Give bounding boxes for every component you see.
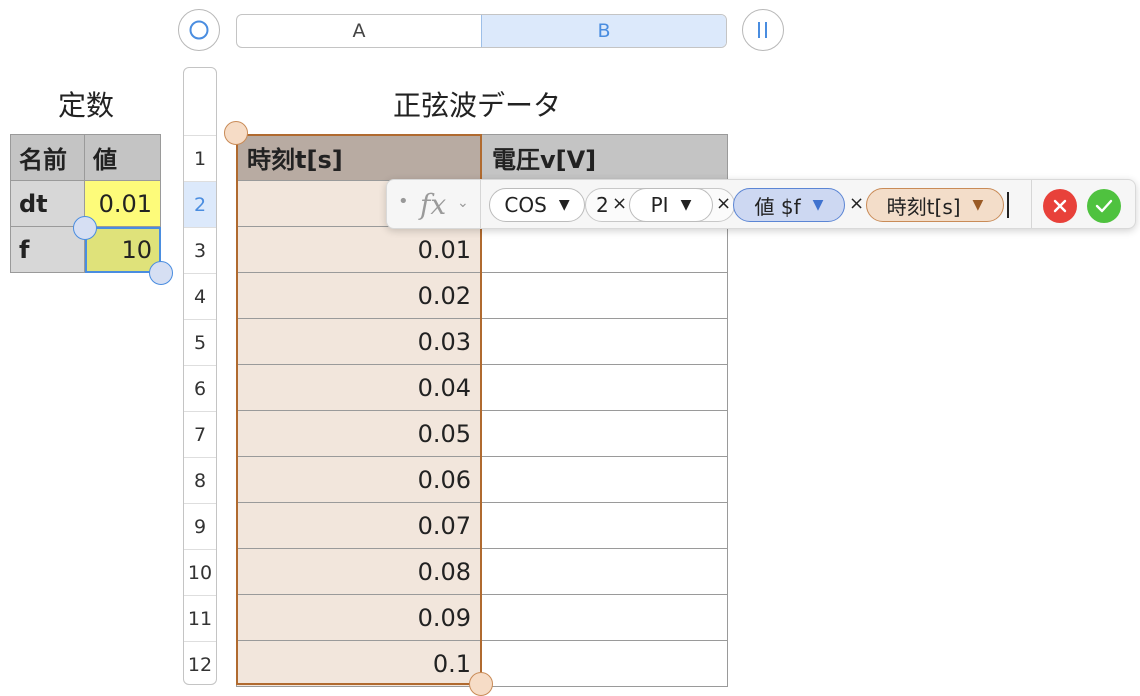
- row-number-6[interactable]: 6: [184, 365, 216, 411]
- column-header-bar[interactable]: A B: [236, 14, 727, 48]
- fx-icon[interactable]: fx: [420, 188, 446, 221]
- voltage-cell[interactable]: [481, 548, 728, 595]
- formula-editor[interactable]: • fx ⌄ COS ▼ 2 × PI ▼ × 値 $f ▼ × 時刻t[s] ▼: [386, 179, 1136, 229]
- circle-icon: [189, 20, 209, 40]
- column-b-header[interactable]: B: [481, 15, 726, 47]
- checkmark-icon: [1095, 199, 1113, 213]
- times-operator: ×: [612, 193, 628, 214]
- voltage-cell[interactable]: [481, 594, 728, 641]
- pi-label: PI: [650, 193, 669, 217]
- row-number-9[interactable]: 9: [184, 503, 216, 549]
- pause-bars-icon: [758, 22, 767, 38]
- constants-title: 定数: [58, 89, 115, 122]
- function-token-label: COS: [504, 193, 547, 217]
- times-operator: ×: [849, 193, 865, 214]
- voltage-cell[interactable]: [481, 226, 728, 273]
- constants-table: 名前 値 dt 0.01 f 10: [10, 134, 161, 273]
- row-number-7[interactable]: 7: [184, 411, 216, 457]
- time-cell[interactable]: 0.08: [236, 548, 482, 595]
- row-number-8[interactable]: 8: [184, 457, 216, 503]
- reference-handle-bottom[interactable]: [149, 261, 173, 285]
- reference-f-label: 値 $f: [754, 194, 801, 219]
- constant-two: 2: [596, 193, 609, 217]
- row-number-1[interactable]: 1: [184, 135, 216, 181]
- divider: [480, 180, 481, 228]
- select-table-button[interactable]: [178, 9, 220, 51]
- voltage-cell[interactable]: [481, 410, 728, 457]
- cancel-button[interactable]: [1043, 189, 1077, 223]
- triangle-down-icon: ▼: [972, 197, 984, 213]
- voltage-cell[interactable]: [481, 364, 728, 411]
- time-cell[interactable]: 0.02: [236, 272, 482, 319]
- voltage-cell[interactable]: [481, 502, 728, 549]
- time-cell[interactable]: 0.1: [236, 640, 482, 687]
- row-number-4[interactable]: 4: [184, 273, 216, 319]
- row-number-10[interactable]: 10: [184, 549, 216, 595]
- voltage-cell[interactable]: [481, 640, 728, 687]
- triangle-down-icon: ▼: [812, 197, 824, 213]
- times-operator: ×: [716, 193, 732, 214]
- voltage-cell[interactable]: [481, 456, 728, 503]
- reference-time-label: 時刻t[s]: [886, 194, 961, 219]
- reference-handle-top[interactable]: [73, 216, 97, 240]
- voltage-cell[interactable]: [481, 272, 728, 319]
- constant-value-f[interactable]: 10: [84, 226, 161, 273]
- selection-handle-bottom[interactable]: [469, 672, 493, 696]
- row-number-11[interactable]: 11: [184, 595, 216, 641]
- constant-value-dt[interactable]: 0.01: [84, 180, 161, 227]
- divider: [1031, 180, 1032, 228]
- voltage-cell[interactable]: [481, 318, 728, 365]
- row-header-strip[interactable]: 1 2 3 4 5 6 7 8 9 10 11 12: [183, 67, 217, 685]
- bullet-icon: •: [398, 191, 409, 212]
- constants-header-value: 値: [84, 134, 161, 181]
- chevron-down-icon[interactable]: ⌄: [457, 195, 469, 211]
- row-number-12[interactable]: 12: [184, 641, 216, 684]
- time-cell[interactable]: 0.06: [236, 456, 482, 503]
- row-number-5[interactable]: 5: [184, 319, 216, 365]
- reference-token-f[interactable]: 値 $f ▼: [733, 188, 845, 222]
- triangle-down-icon: ▼: [680, 197, 692, 213]
- sine-table-title: 正弦波データ: [393, 89, 562, 122]
- time-cell[interactable]: 0.07: [236, 502, 482, 549]
- selection-handle-top[interactable]: [224, 121, 248, 145]
- reference-token-time[interactable]: 時刻t[s] ▼: [866, 188, 1004, 222]
- column-a-header[interactable]: A: [237, 15, 481, 47]
- time-cell[interactable]: 0.09: [236, 594, 482, 641]
- text-cursor: [1007, 192, 1009, 218]
- row-number-2[interactable]: 2: [184, 181, 216, 227]
- function-token-cos[interactable]: COS ▼: [489, 188, 585, 222]
- time-cell[interactable]: 0.05: [236, 410, 482, 457]
- constant-name-dt[interactable]: dt: [10, 180, 85, 227]
- time-cell[interactable]: 0.01: [236, 226, 482, 273]
- constants-header-name: 名前: [10, 134, 85, 181]
- header-time[interactable]: 時刻t[s]: [236, 134, 482, 181]
- time-cell[interactable]: 0.03: [236, 318, 482, 365]
- header-voltage[interactable]: 電圧v[V]: [481, 134, 728, 181]
- function-token-pi[interactable]: PI ▼: [629, 188, 713, 222]
- time-cell[interactable]: 0.04: [236, 364, 482, 411]
- row-number-3[interactable]: 3: [184, 227, 216, 273]
- close-icon: [1053, 199, 1067, 213]
- column-resize-button[interactable]: [742, 9, 784, 51]
- triangle-down-icon: ▼: [558, 197, 570, 213]
- confirm-button[interactable]: [1087, 189, 1121, 223]
